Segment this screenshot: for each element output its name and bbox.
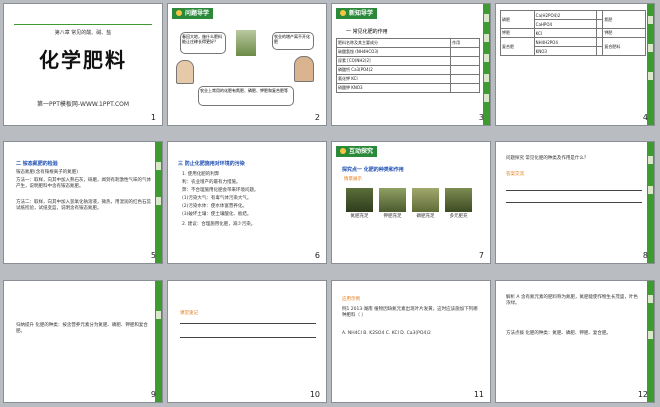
table-cell: 尿素 [CO(NH2)2] <box>335 56 452 66</box>
slide-number: 7 <box>478 251 484 260</box>
side-scroll-bar <box>647 4 654 125</box>
person-left-image <box>176 60 194 84</box>
table-cell: 钾肥 <box>602 28 646 38</box>
slide-thumbnail-9[interactable]: 归纳提升 化肥的种类：按含营养元素分为氮肥、磷肥、钾肥和复合肥。 9 <box>3 280 163 403</box>
slide-number: 1 <box>150 113 156 122</box>
slide-thumbnail-2[interactable]: 问题导学 春回大地，施什么肥料能让庄稼长得更好？ 农业的增产离不开化肥 农业上常… <box>167 3 327 126</box>
slide7-header: 互动探究 <box>336 146 378 157</box>
slide-number: 11 <box>473 390 484 399</box>
slide6-line: (3)破坏土壤：使土壤酸化、板结。 <box>182 212 252 217</box>
slide-thumbnail-1[interactable]: 第八章 常见的酸、碱、盐 化学肥料 第一PPT模板网-WWW.1PPT.COM … <box>3 3 163 126</box>
slide5-section: 二 铵态氮肥的检验 <box>16 161 58 167</box>
slide-thumbnail-11[interactable]: 应用示例 例1 2013·湖南 植物因缺氮元素出现叶片发黄，这时应该施加下列哪种… <box>331 280 491 403</box>
slide-number: 3 <box>478 113 484 122</box>
slide-number: 8 <box>642 251 648 260</box>
slide9-text: 归纳提升 化肥的种类：按含营养元素分为氮肥、磷肥、钾肥和复合肥。 <box>16 323 148 334</box>
slide-thumbnail-4[interactable]: 磷肥 Ca(H2PO4)2 氮肥 CaHPO4 钾肥 KCl 钾肥 复合肥 NH4H2PO… <box>495 3 655 126</box>
slide-number: 2 <box>314 113 320 122</box>
answer-line <box>506 202 642 203</box>
slide2-bubble-3: 农业上常用的化肥有氮肥、磷肥、钾肥和复合肥等 <box>198 86 294 106</box>
plant-caption-1: 氮肥充足 <box>350 214 369 219</box>
slide1-top-bar <box>14 24 152 25</box>
table-cell: 磷肥 <box>500 10 535 29</box>
slide-thumbnail-3[interactable]: 新知导学 一 常见化肥的作用 肥料名称及其主要成分 作用 碳酸氢铵 (NH4HCO… <box>331 3 491 126</box>
fertilizer-table-continued: 磷肥 Ca(H2PO4)2 氮肥 CaHPO4 钾肥 KCl 钾肥 复合肥 NH4H2PO… <box>500 10 646 56</box>
slide6-line: (2)污染水体：使水体富营养化。 <box>182 204 247 209</box>
slide11-question: 例1 2013·湖南 植物因缺氮元素出现叶片发黄，这时应该施加下列哪种肥料（ ） <box>342 307 478 318</box>
plant-image-3 <box>412 188 439 212</box>
plant-caption-2: 钾肥充足 <box>383 214 402 219</box>
table-cell: 氮肥 <box>602 10 646 29</box>
slide7-section: 探究点一 化肥的种类和作用 <box>342 167 404 173</box>
slide-thumbnail-8[interactable]: 问题探究 常见化肥的种类及作用是什么？ 答案交流 8 <box>495 141 655 264</box>
note-line <box>180 323 316 324</box>
slide-thumbnail-7[interactable]: 互动探究 探究点一 化肥的种类和作用 情景展示 氮肥充足 钾肥充足 磷肥充足 多… <box>331 141 491 264</box>
plant-image-2 <box>379 188 406 212</box>
table-cell: 硝酸钾 KNO3 <box>335 83 452 93</box>
slide6-line: (1)污染大气：有毒气体污染大气。 <box>182 196 252 201</box>
table-cell: 复合肥 <box>500 37 535 56</box>
slide8-answer: 答案交流 <box>506 172 524 177</box>
slide5-line-1: 铵态氮肥(含有铵根离子的氮肥) <box>16 170 79 175</box>
slide1-footer: 第一PPT模板网-WWW.1PPT.COM <box>36 101 130 108</box>
slide6-line: 2. 建议：合理施用化肥，减少污染。 <box>182 222 256 227</box>
plant-image-4 <box>445 188 472 212</box>
slide-number: 5 <box>150 251 156 260</box>
crop-image <box>236 30 256 56</box>
slide12-method: 方法点拨 化肥的种类：氮肥、磷肥、钾肥、复合肥。 <box>506 331 611 336</box>
fertilizer-table: 肥料名称及其主要成分 作用 碳酸氢铵 (NH4HCO3) 尿素 [CO(NH2)2… <box>335 38 480 93</box>
slide2-header: 问题导学 <box>172 8 214 19</box>
slide-number: 10 <box>309 390 320 399</box>
slide5-line-2: 方法一：取样，向其中加入熟石灰，研磨，闻到有刺激性气味的气体产生，说明肥料中含有… <box>16 178 151 189</box>
table-header-effect: 作用 <box>450 38 480 48</box>
plant-caption-4: 多元肥充 <box>449 214 468 219</box>
table-cell: 钾肥 <box>500 28 535 38</box>
side-scroll-bar <box>483 4 490 125</box>
slide-thumbnail-10[interactable]: 课堂速记 10 <box>167 280 327 403</box>
slide5-line-3: 方法二：取样，向其中加入氢氧化钠溶液，微热，用湿润的红色石蕊试纸检验，试纸变蓝，… <box>16 200 151 211</box>
slide6-line: 弊：不合理施用化肥会带来环境问题。 <box>182 188 259 193</box>
slide7-tag: 情景展示 <box>344 177 362 182</box>
slide6-line: 利：农业增产的最有力措施。 <box>182 180 241 185</box>
slide6-line: 1. 使用化肥的利弊 <box>182 172 220 177</box>
slide11-tag: 应用示例 <box>342 297 360 302</box>
slide8-question: 问题探究 常见化肥的种类及作用是什么？ <box>506 156 589 161</box>
slide-thumbnail-5[interactable]: 二 铵态氮肥的检验 铵态氮肥(含有铵根离子的氮肥) 方法一：取样，向其中加入熟石… <box>3 141 163 264</box>
table-cell: 磷酸钙 Ca3(PO4)2 <box>335 65 452 75</box>
slide-thumbnail-12[interactable]: 解析 A 含有氮元素的肥料称为氮肥，氮肥能使作物生长茂盛，叶色浓绿。 方法点拨 … <box>495 280 655 403</box>
side-scroll-bar <box>155 142 162 263</box>
person-right-image <box>294 56 314 82</box>
slide1-title: 化学肥料 <box>39 48 127 72</box>
slide6-section: 三 防止化肥施用对环境的污染 <box>178 161 245 167</box>
slide2-bubble-1: 春回大地，施什么肥料能让庄稼长得更好？ <box>180 32 226 54</box>
slide11-options: A. NH4Cl B. K2SO4 C. KCl D. Ca3(PO4)2 <box>342 331 431 336</box>
table-cell: 氯化钾 KCl <box>335 74 452 84</box>
answer-line <box>506 190 642 191</box>
slide2-bubble-2: 农业的增产离不开化肥 <box>272 32 314 50</box>
slide-thumbnail-6[interactable]: 三 防止化肥施用对环境的污染 1. 使用化肥的利弊 利：农业增产的最有力措施。 … <box>167 141 327 264</box>
side-scroll-bar <box>647 142 654 263</box>
side-scroll-bar <box>155 281 162 402</box>
slide-number: 9 <box>150 390 156 399</box>
slide12-explain: 解析 A 含有氮元素的肥料称为氮肥，氮肥能使作物生长茂盛，叶色浓绿。 <box>506 295 638 306</box>
plant-caption-3: 磷肥充足 <box>416 214 435 219</box>
table-cell: 复合肥料 <box>602 37 646 56</box>
slide3-section: 一 常见化肥的作用 <box>346 29 388 35</box>
slide-number: 6 <box>314 251 320 260</box>
slide1-subtitle: 第八章 常见的酸、碱、盐 <box>54 30 112 36</box>
side-scroll-bar <box>647 281 654 402</box>
slide10-tag: 课堂速记 <box>180 311 198 316</box>
table-header-name: 肥料名称及其主要成分 <box>335 38 452 48</box>
slide-number: 12 <box>637 390 648 399</box>
table-cell: 碳酸氢铵 (NH4HCO3) <box>335 47 452 57</box>
slide3-header: 新知导学 <box>336 8 378 19</box>
note-line <box>180 337 316 338</box>
slide-number: 4 <box>642 113 648 122</box>
plant-image-1 <box>346 188 373 212</box>
